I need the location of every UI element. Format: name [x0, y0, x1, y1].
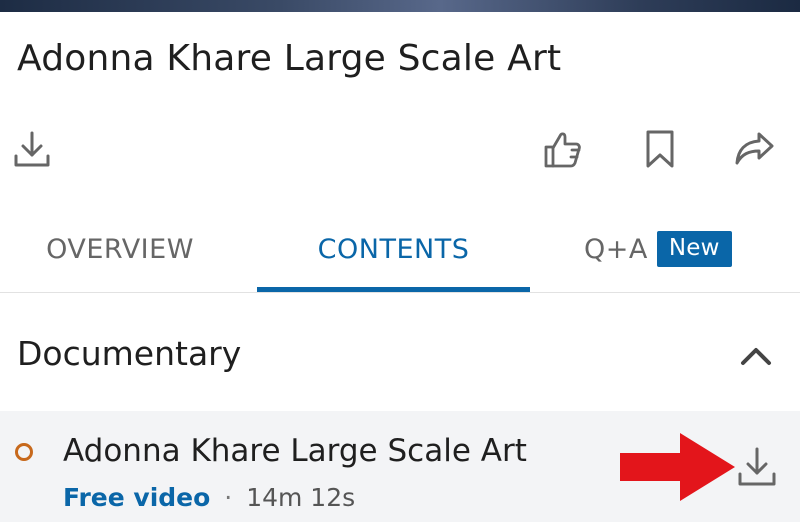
section-header[interactable]: Documentary [0, 306, 800, 402]
download-icon [738, 447, 776, 486]
tab-overview[interactable]: OVERVIEW [0, 205, 240, 293]
share-icon [735, 132, 774, 165]
active-tab-indicator [257, 287, 530, 292]
tab-contents-label: CONTENTS [317, 233, 470, 265]
tab-overview-label: OVERVIEW [46, 233, 194, 265]
progress-circle-icon [15, 443, 33, 461]
video-meta: Free video · 14m 12s [63, 483, 355, 512]
thumbs-up-icon [544, 132, 581, 168]
chevron-up-icon[interactable] [736, 336, 776, 376]
tab-qa-label: Q+A [584, 233, 648, 265]
video-player-strip [0, 0, 800, 12]
course-title: Adonna Khare Large Scale Art [17, 38, 562, 79]
video-duration: 14m 12s [246, 483, 356, 512]
section-title: Documentary [17, 334, 242, 373]
red-arrow-icon [620, 433, 735, 501]
share-button[interactable] [731, 126, 777, 172]
save-button[interactable] [637, 126, 683, 172]
tab-qa[interactable]: Q+A New [560, 205, 760, 293]
bookmark-icon [646, 130, 674, 168]
video-title: Adonna Khare Large Scale Art [63, 433, 527, 469]
new-badge: New [656, 231, 732, 267]
download-icon [14, 131, 50, 167]
free-video-label: Free video [63, 483, 211, 512]
download-course-button[interactable] [9, 126, 55, 172]
video-download-button[interactable] [734, 444, 780, 490]
like-button[interactable] [540, 126, 586, 172]
tab-contents[interactable]: CONTENTS [257, 205, 530, 293]
course-tabs: OVERVIEW CONTENTS Q+A New [0, 205, 800, 293]
meta-separator: · [224, 483, 233, 512]
